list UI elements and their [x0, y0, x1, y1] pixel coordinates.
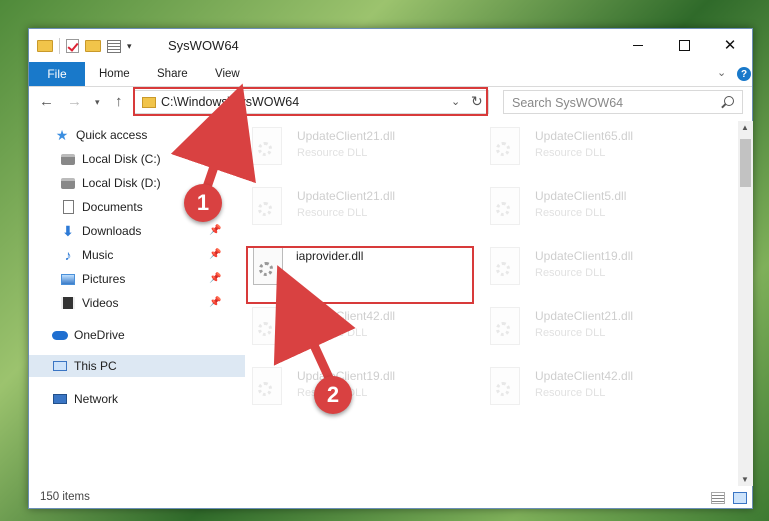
arrow-to-file: [273, 265, 356, 385]
arrow-to-address-bar: [170, 83, 256, 195]
step-2-badge: 2: [314, 376, 352, 414]
annotation-arrows: [170, 83, 356, 385]
step-1-badge: 1: [184, 184, 222, 222]
